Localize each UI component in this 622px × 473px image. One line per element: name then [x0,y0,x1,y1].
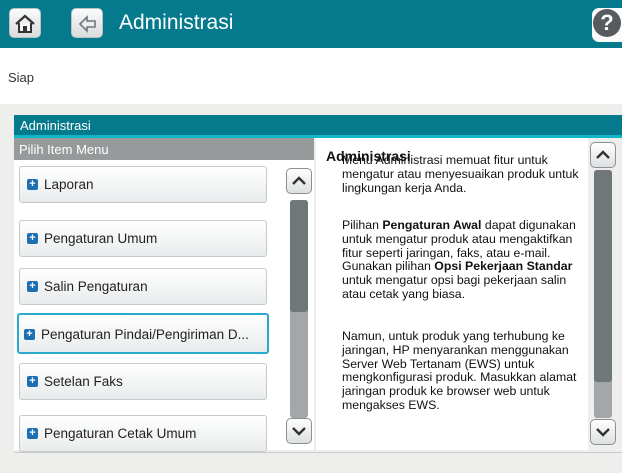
description-scroll-down-button[interactable] [590,419,616,445]
menu-item-pengaturan-pindai[interactable]: + Pengaturan Pindai/Pengiriman D... [17,313,269,354]
help-button[interactable]: ? [592,8,622,42]
menu-item-pengaturan-cetak-umum[interactable]: + Pengaturan Cetak Umum [19,415,267,452]
menu-item-label: Salin Pengaturan [44,279,148,294]
expand-plus-icon: + [27,428,38,439]
menu-item-label: Pengaturan Cetak Umum [44,426,197,441]
description-paragraph-1: Menu Administrasi memuat fitur untuk men… [342,153,579,195]
expand-plus-icon: + [27,281,38,292]
menu-item-salin-pengaturan[interactable]: + Salin Pengaturan [19,268,267,305]
home-button[interactable] [9,8,41,38]
description-paragraph-3: Namun, untuk produk yang terhubung ke ja… [342,329,577,412]
description-paragraph-2: Pilihan Pengaturan Awal dapat digunakan … [342,218,582,302]
expand-plus-icon: + [27,376,38,387]
description-bold-text: Pengaturan Awal [382,218,482,232]
description-bold-text: Opsi Pekerjaan Standar [434,259,573,274]
divider [14,452,622,453]
description-scrollbar-thumb[interactable] [594,170,612,382]
list-scroll-down-button[interactable] [286,418,312,444]
menu-item-label: Setelan Faks [44,374,123,389]
expand-plus-icon: + [27,233,38,244]
home-icon [15,14,35,33]
description-panel: Administrasi Menu Administrasi memuat fi… [316,138,588,450]
menu-item-label: Pengaturan Umum [44,231,158,246]
panel-header: Administrasi [14,115,622,138]
menu-item-pengaturan-umum[interactable]: + Pengaturan Umum [19,220,267,257]
page-title: Administrasi [119,11,234,34]
chevron-down-icon [292,427,306,436]
chevron-down-icon [596,428,610,437]
status-text: Siap [8,70,35,85]
list-scrollbar-thumb[interactable] [290,200,308,312]
menu-item-label: Laporan [44,177,94,192]
menu-item-label: Pengaturan Pindai/Pengiriman D... [41,327,249,342]
menu-list: + Laporan + Pengaturan Umum + Salin Peng… [14,160,314,452]
list-header: Pilih Item Menu [14,138,314,160]
description-text: untuk mengatur opsi bagi pekerjaan salin… [342,273,567,301]
list-scroll-up-button[interactable] [286,168,312,194]
description-scroll-up-button[interactable] [590,142,616,168]
description-text: Pilihan [342,218,383,232]
back-arrow-icon [78,15,96,33]
back-button[interactable] [71,8,103,38]
title-bar: Administrasi ? [0,0,622,48]
expand-plus-icon: + [24,329,35,340]
help-icon: ? [593,9,621,37]
menu-item-laporan[interactable]: + Laporan [19,166,267,203]
menu-item-setelan-faks[interactable]: + Setelan Faks [19,363,267,400]
status-area: Siap [0,48,622,105]
expand-plus-icon: + [27,179,38,190]
panel-title: Administrasi [20,118,91,133]
chevron-up-icon [596,150,610,159]
list-header-label: Pilih Item Menu [19,142,109,157]
chevron-up-icon [292,176,306,185]
